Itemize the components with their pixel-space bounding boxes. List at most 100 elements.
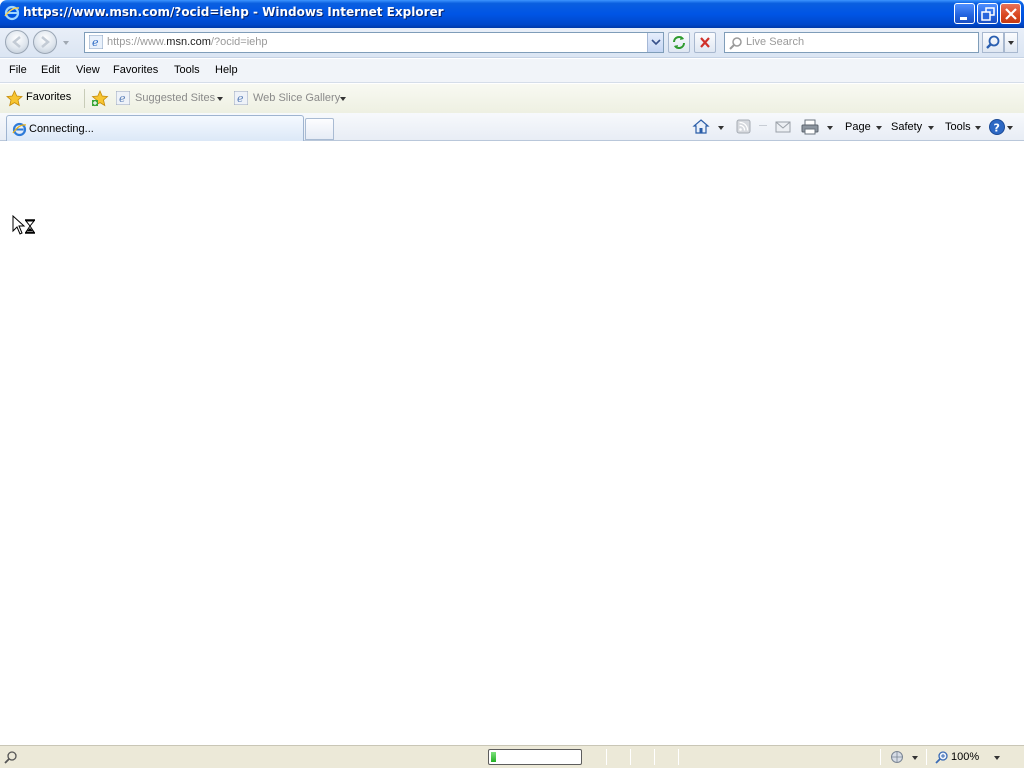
status-divider (654, 749, 655, 765)
menu-tools[interactable]: Tools (174, 64, 200, 76)
address-url: https://www.msn.com/?ocid=iehp (107, 36, 268, 48)
status-divider (606, 749, 607, 765)
status-divider (880, 749, 881, 765)
refresh-icon (673, 36, 685, 49)
close-button[interactable] (1000, 3, 1021, 24)
web-slice-gallery-link[interactable]: e Web Slice Gallery (234, 88, 350, 109)
loading-progress-bar (488, 749, 582, 765)
rss-feed-icon (736, 119, 751, 134)
suggested-sites-label: Suggested Sites (135, 92, 216, 104)
read-mail-button[interactable] (772, 116, 794, 138)
web-slice-gallery-ie-icon: e (234, 91, 248, 105)
favorites-star-icon (6, 90, 23, 107)
back-button[interactable] (5, 30, 29, 54)
chevron-down-icon (340, 97, 346, 101)
globe-security-icon (891, 751, 903, 763)
address-field[interactable]: e https://www.msn.com/?ocid=iehp (84, 32, 664, 53)
tab-label: Connecting... (29, 123, 94, 135)
home-button[interactable] (691, 116, 725, 138)
safety-menu-button[interactable]: Safety (889, 116, 937, 138)
add-to-favorites-bar-button[interactable] (90, 88, 110, 109)
feeds-button[interactable] (734, 116, 754, 138)
status-divider (630, 749, 631, 765)
svg-text:e: e (92, 36, 99, 49)
menu-bar: File Edit View Favorites Tools Help (0, 59, 1024, 83)
chevron-down-icon (1007, 126, 1013, 130)
menu-view[interactable]: View (76, 64, 100, 76)
busy-cursor-icon (12, 215, 36, 235)
chevron-down-icon (217, 97, 223, 101)
print-button[interactable] (800, 116, 836, 138)
recent-pages-dropdown[interactable] (63, 41, 69, 45)
svg-text:e: e (119, 92, 126, 105)
chevron-down-icon (975, 126, 981, 130)
loading-ie-icon (12, 122, 27, 137)
progress-fill (491, 752, 496, 762)
close-icon (1005, 8, 1017, 20)
stop-icon (700, 37, 710, 48)
title-bar[interactable]: https://www.msn.com/?ocid=iehp - Windows… (0, 0, 1024, 28)
tab-connecting[interactable]: Connecting... (6, 115, 304, 141)
feeds-separator (759, 125, 767, 126)
favorites-label: Favorites (26, 91, 72, 103)
ie-logo-icon (4, 5, 20, 21)
add-favorite-icon (91, 90, 109, 107)
chevron-down-icon (827, 126, 833, 130)
menu-file[interactable]: File (9, 64, 27, 76)
forward-button[interactable] (33, 30, 57, 54)
svg-text:e: e (237, 92, 244, 105)
zoom-level: 100% (951, 751, 980, 763)
page-ie-icon: e (89, 35, 103, 49)
chevron-down-icon (912, 756, 918, 760)
safety-menu-label: Safety (891, 121, 923, 133)
new-tab-button[interactable] (305, 118, 334, 140)
window-title: https://www.msn.com/?ocid=iehp - Windows… (23, 5, 444, 19)
chevron-down-icon (651, 39, 661, 46)
tab-row: Connecting... Page Safety Tools ? (0, 113, 1024, 141)
favorites-button[interactable]: Favorites (4, 88, 80, 109)
restore-button[interactable] (977, 3, 998, 24)
address-dropdown-button[interactable] (647, 33, 663, 52)
help-button[interactable]: ? (987, 116, 1017, 138)
tools-menu-button[interactable]: Tools (943, 116, 985, 138)
menu-edit[interactable]: Edit (41, 64, 60, 76)
protected-mode-button[interactable] (888, 748, 922, 766)
search-field[interactable]: Live Search (724, 32, 979, 53)
search-button[interactable] (982, 32, 1004, 53)
home-icon (692, 119, 710, 134)
zoom-magnifier-icon (935, 751, 948, 764)
forward-arrow-icon (41, 36, 50, 48)
help-icon: ? (989, 119, 1005, 135)
favorites-bar: Favorites e Suggested Sites e Web Slice … (0, 84, 1024, 113)
magnifier-icon (986, 35, 1000, 49)
menu-help[interactable]: Help (215, 64, 238, 76)
menu-favorites[interactable]: Favorites (113, 64, 158, 76)
url-host: msn.com (166, 36, 211, 48)
suggested-sites-link[interactable]: e Suggested Sites (116, 88, 228, 109)
minimize-button[interactable] (954, 3, 975, 24)
page-content[interactable] (0, 142, 1024, 745)
page-menu-button[interactable]: Page (843, 116, 883, 138)
tools-menu-label: Tools (945, 121, 971, 133)
chevron-down-icon (876, 126, 882, 130)
status-search-icon (4, 751, 17, 764)
url-prefix: https://www. (107, 36, 167, 48)
back-arrow-icon (12, 36, 21, 48)
suggested-sites-ie-icon: e (116, 91, 130, 105)
chevron-down-icon (1008, 41, 1014, 45)
navigation-bar: e https://www.msn.com/?ocid=iehp Live Se… (0, 28, 1024, 58)
zoom-dropdown-icon[interactable] (994, 756, 1000, 760)
stop-button[interactable] (694, 32, 716, 53)
chevron-down-icon (928, 126, 934, 130)
search-placeholder: Live Search (746, 36, 805, 48)
page-menu-label: Page (845, 121, 871, 133)
chevron-down-icon (718, 126, 724, 130)
printer-icon (801, 119, 819, 135)
refresh-button[interactable] (668, 32, 690, 53)
favorites-separator (84, 89, 85, 108)
url-suffix: /?ocid=iehp (210, 36, 268, 48)
status-bar: 100% (0, 745, 1024, 768)
search-options-dropdown[interactable] (1004, 32, 1018, 53)
web-slice-gallery-label: Web Slice Gallery (253, 92, 341, 104)
status-divider (678, 749, 679, 765)
